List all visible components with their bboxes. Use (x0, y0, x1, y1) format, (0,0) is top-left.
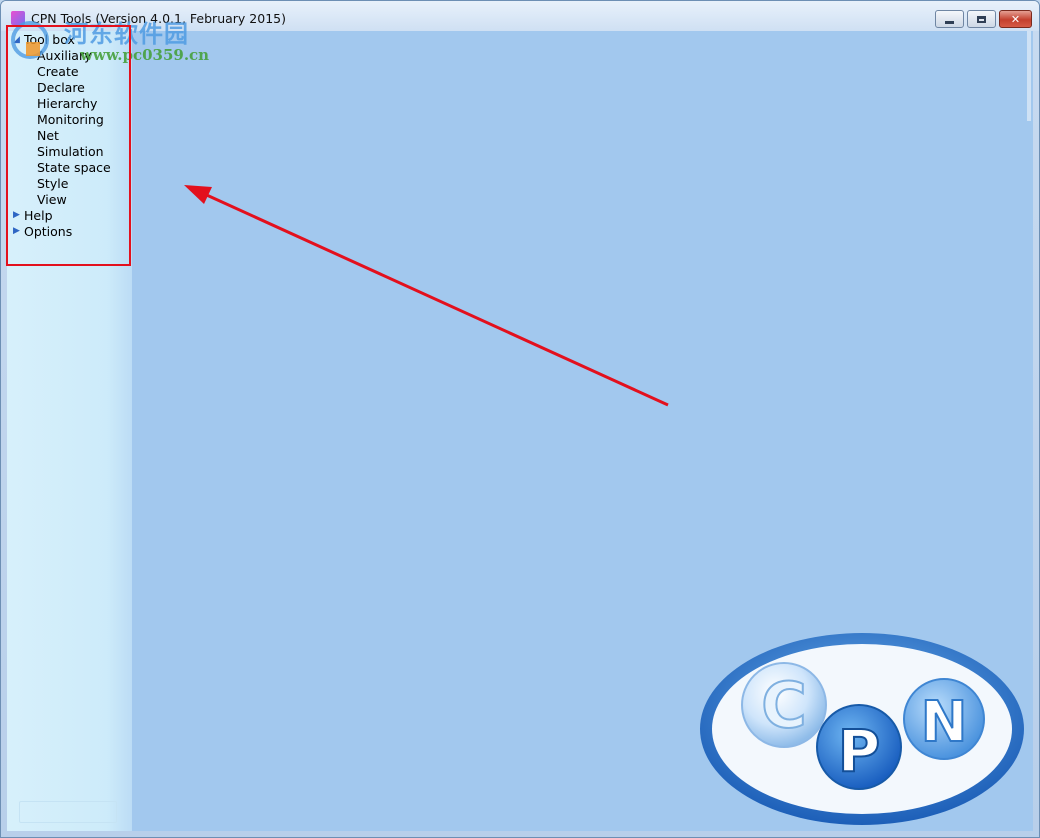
tree-node-help[interactable]: Help (24, 208, 53, 223)
vertical-scrollbar[interactable] (1027, 31, 1031, 121)
tree-node-create[interactable]: Create (37, 64, 79, 79)
tree-node-simulation[interactable]: Simulation (37, 144, 104, 159)
tree-node-view[interactable]: View (37, 192, 67, 207)
tree-node-options[interactable]: Options (24, 224, 72, 239)
maximize-button[interactable] (967, 10, 996, 28)
maximize-icon (977, 15, 986, 23)
title-bar[interactable]: CPN Tools (Version 4.0.1, February 2015)… (1, 1, 1039, 31)
sidebar-footer-box (19, 801, 117, 823)
tree-node-hierarchy[interactable]: Hierarchy (37, 96, 97, 111)
index-sidebar: ◢ Tool box Auxiliary Create Declare Hier… (7, 31, 132, 831)
tree-node-state-space[interactable]: State space (37, 160, 111, 175)
cpn-logo: C P N (696, 629, 1032, 829)
app-window: CPN Tools (Version 4.0.1, February 2015)… (0, 0, 1040, 838)
close-button[interactable]: ✕ (999, 10, 1032, 28)
tree-node-auxiliary[interactable]: Auxiliary (37, 48, 92, 63)
minimize-icon (945, 20, 954, 24)
expand-icon[interactable]: ▶ (13, 208, 20, 223)
close-icon: ✕ (1010, 12, 1021, 26)
logo-letter-c: C (761, 669, 807, 742)
tree-node-style[interactable]: Style (37, 176, 68, 191)
expand-icon[interactable]: ▶ (13, 224, 20, 239)
tree-node-net[interactable]: Net (37, 128, 59, 143)
tree-node-toolbox[interactable]: Tool box (24, 32, 75, 47)
collapse-icon[interactable]: ◢ (13, 33, 20, 48)
minimize-button[interactable] (935, 10, 964, 28)
logo-letter-p: P (838, 717, 881, 785)
app-icon (11, 11, 25, 25)
window-title: CPN Tools (Version 4.0.1, February 2015) (31, 11, 286, 26)
logo-letter-n: N (921, 690, 968, 755)
tree-node-declare[interactable]: Declare (37, 80, 85, 95)
cpn-logo-graphic: C P N (700, 633, 1024, 825)
tree-node-monitoring[interactable]: Monitoring (37, 112, 104, 127)
